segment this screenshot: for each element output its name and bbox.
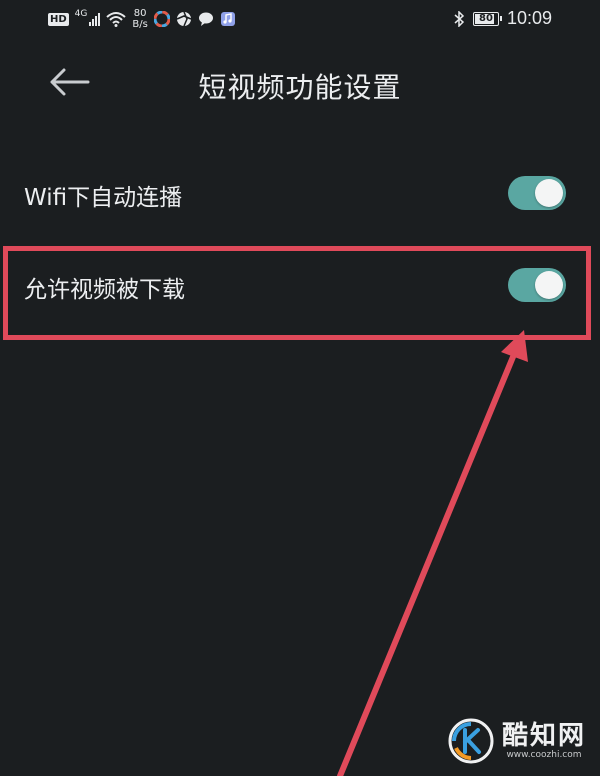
- app-header: 短视频功能设置: [0, 52, 600, 114]
- status-bar: HD 4G 80 B/s 80 10:09: [0, 0, 600, 40]
- toggle-knob: [535, 179, 563, 207]
- watermark-text: 酷知网 www.coozhi.com: [502, 722, 586, 761]
- status-time: 10:09: [506, 8, 552, 28]
- watermark: 酷知网 www.coozhi.com: [448, 718, 586, 764]
- watermark-name: 酷知网: [501, 720, 586, 751]
- status-left: HD 4G 80 B/s: [48, 8, 236, 30]
- music-app-icon: [220, 12, 235, 26]
- bluetooth-icon: [454, 10, 465, 27]
- network-type: 4G: [74, 9, 88, 19]
- watermark-url: www.coozhi.com: [506, 749, 582, 760]
- setting-row-allow-download[interactable]: 允许视频被下载: [0, 242, 600, 330]
- signal-icon: [89, 12, 101, 26]
- setting-label: Wifi下自动连播: [24, 185, 183, 211]
- status-right: 80 10:09: [453, 8, 552, 29]
- app-icon-colorful: [153, 11, 170, 27]
- annotation-arrow: [337, 330, 528, 776]
- wifi-icon: [106, 12, 127, 27]
- allow-download-toggle[interactable]: [508, 268, 566, 302]
- chat-bubble-icon: [198, 12, 213, 26]
- page-title: 短视频功能设置: [198, 71, 402, 104]
- wifi-autoplay-toggle[interactable]: [508, 176, 566, 210]
- setting-row-wifi-autoplay[interactable]: Wifi下自动连播: [0, 150, 600, 238]
- hd-badge: HD: [48, 12, 69, 26]
- app-icon-aperture: [176, 11, 192, 27]
- battery-level: 80: [478, 12, 493, 24]
- speed-unit: B/s: [132, 19, 148, 30]
- battery-icon: 80: [472, 11, 502, 26]
- setting-label: 允许视频被下载: [24, 277, 185, 303]
- toggle-knob: [535, 271, 563, 299]
- network-speed: 80 B/s: [132, 8, 147, 30]
- speed-value: 80: [133, 8, 147, 19]
- site-logo-icon: [448, 718, 494, 764]
